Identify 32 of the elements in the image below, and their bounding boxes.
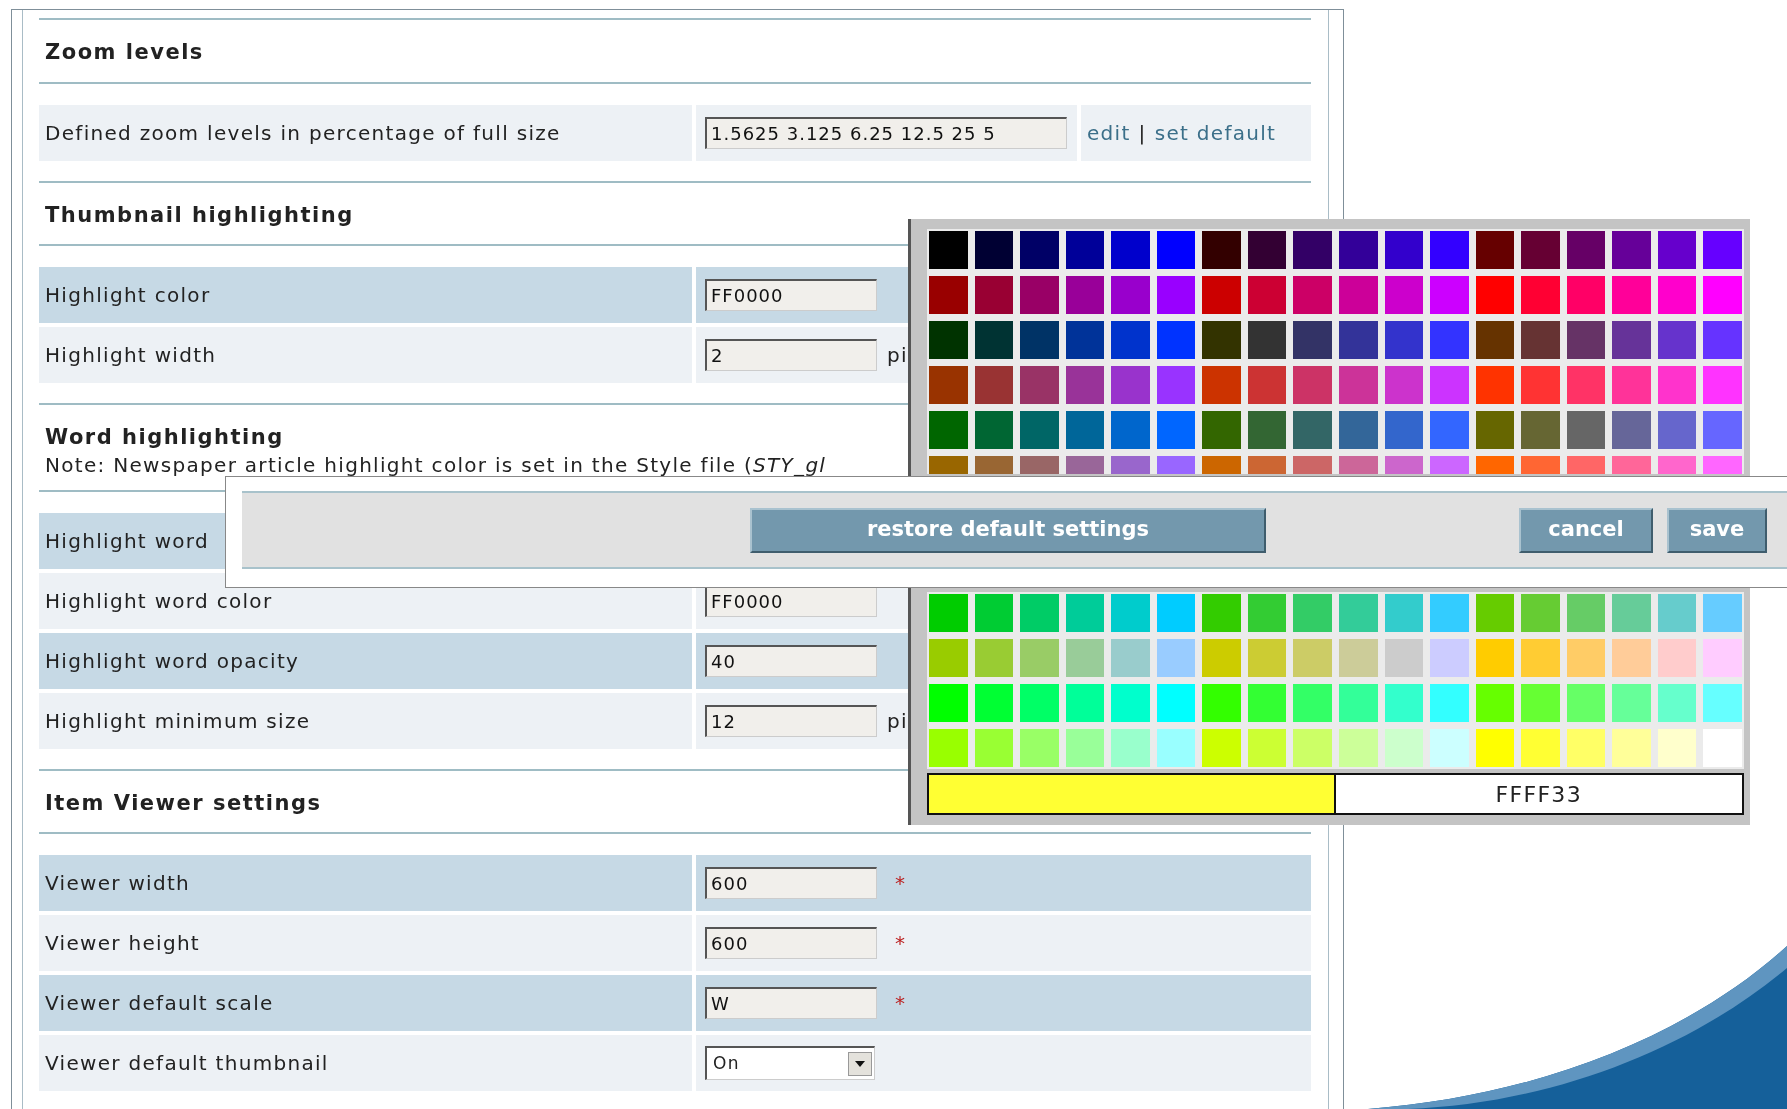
dropdown-field[interactable]: On: [705, 1046, 875, 1080]
section-title: Item Viewer settings: [45, 789, 322, 817]
setting-label: Highlight width: [39, 327, 692, 383]
color-code: FFFF33: [1335, 775, 1742, 813]
text-field[interactable]: FF0000: [705, 279, 877, 311]
unit-label: pi: [887, 342, 908, 369]
setting-label: Highlight minimum size: [39, 692, 692, 749]
required-mark: *: [895, 870, 907, 897]
setting-label: Defined zoom levels in percentage of full size: [39, 104, 692, 161]
action-link[interactable]: edit: [1087, 117, 1131, 148]
unit-label: pi: [887, 707, 908, 735]
setting-label: Viewer height: [39, 915, 692, 971]
setting-label: Viewer width: [39, 855, 692, 911]
setting-label: Viewer default thumbnail: [39, 1035, 692, 1091]
setting-label: Highlight word opacity: [39, 632, 692, 689]
setting-label: Viewer default scale: [39, 975, 692, 1031]
section-title: Zoom levels: [45, 39, 204, 66]
section-note: Note: Newspaper article highlight color is set in the Style file (STY_gl: [45, 453, 827, 477]
text-field[interactable]: W: [705, 987, 877, 1019]
required-mark: *: [895, 930, 907, 957]
required-mark: *: [895, 990, 907, 1017]
text-field[interactable]: 12: [705, 704, 877, 737]
action-link[interactable]: set default: [1154, 117, 1277, 148]
text-field[interactable]: 600: [705, 867, 877, 899]
link-separator: |: [1138, 119, 1147, 147]
setting-label: Highlight color: [39, 267, 692, 323]
text-field[interactable]: 2: [705, 339, 877, 371]
text-field[interactable]: 1.5625 3.125 6.25 12.5 25 5: [705, 116, 1067, 149]
section-title: Thumbnail highlighting: [45, 201, 354, 229]
text-field[interactable]: 40: [705, 644, 877, 677]
section-title: Word highlighting: [45, 424, 284, 451]
text-field[interactable]: 600: [705, 927, 877, 959]
